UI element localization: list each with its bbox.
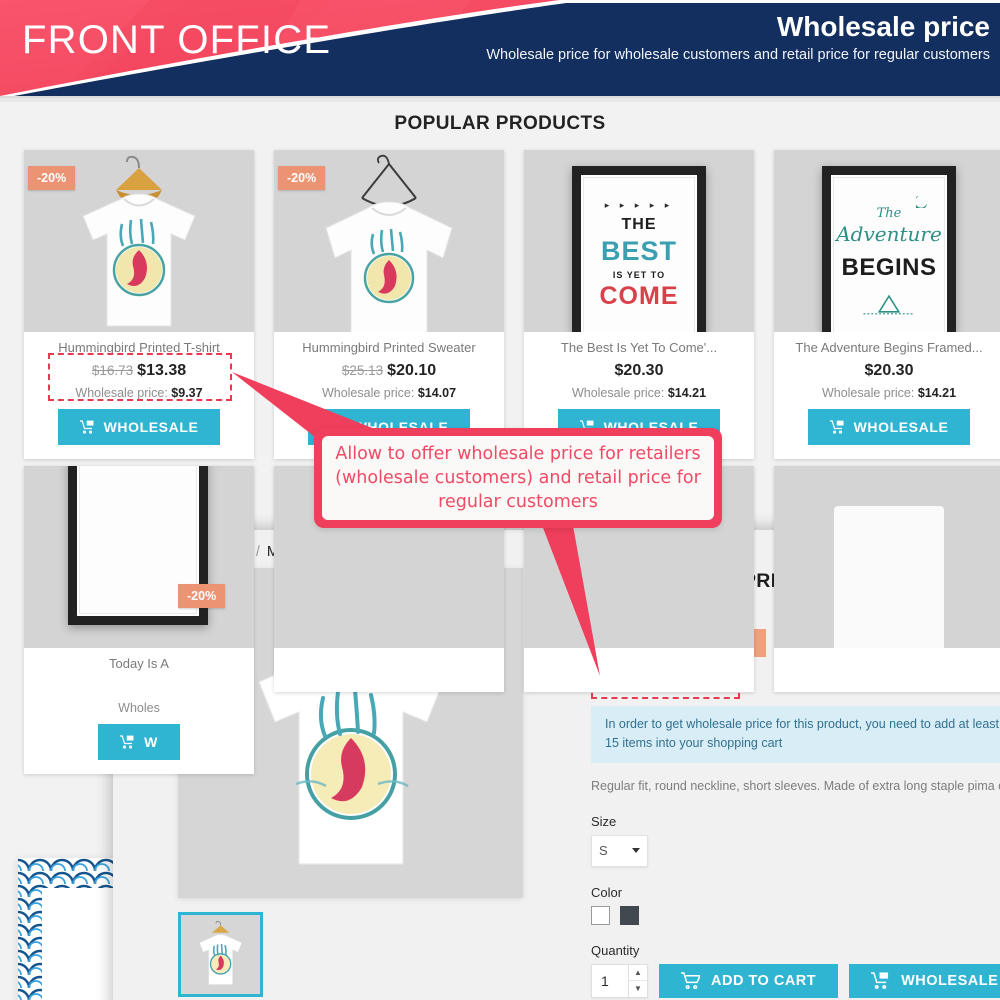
chevron-down-icon <box>632 848 640 853</box>
discount-badge-2: -20% <box>278 166 326 190</box>
wholesale-label-4: Wholesale price: <box>821 386 915 400</box>
poster-line-1: ▸ ▸ ▸ ▸ ▸ <box>604 200 674 210</box>
quantity-decrease-icon[interactable]: ▼ <box>629 981 647 997</box>
color-swatch-white[interactable] <box>591 905 610 925</box>
poster-line-5: COME <box>599 282 679 310</box>
wholesale-price-label: Wholes <box>118 701 160 715</box>
add-to-cart-button[interactable]: ADD TO CART <box>659 963 839 998</box>
wholesale-price-3: Wholesale price: $14.21 <box>530 386 748 400</box>
product-name-4: The Adventure Begins Framed... <box>795 340 983 355</box>
product-price-2: $25.13 $20.10 <box>280 362 498 380</box>
modal-wholesale-label: WHOLESALE <box>901 972 999 989</box>
banner-subtitle: Wholesale price for wholesale customers … <box>486 47 990 64</box>
product-info-row2-1: Today Is A Wholes W <box>24 648 254 774</box>
wholesale-value-2: $14.07 <box>417 386 457 400</box>
cart-icon <box>871 972 889 989</box>
cart-icon <box>120 735 134 749</box>
product-price-4: $20.30 <box>780 362 998 380</box>
modal-wholesale-button[interactable]: WHOLESALE <box>849 963 1000 998</box>
annotation-callout: Allow to offer wholesale price for retai… <box>314 428 722 528</box>
wholesale-button-4[interactable]: WHOLESALE <box>807 409 971 445</box>
tshirt-thumb-art <box>199 921 242 985</box>
product-card-4[interactable]: The Adventure BEGINS The Adventure Begin… <box>774 150 1000 459</box>
quantity-stepper[interactable]: 1 ▲ ▼ <box>591 963 648 998</box>
mountain-icon <box>863 294 915 315</box>
product-card-row2-1[interactable]: Today Is A Wholes W <box>24 466 254 774</box>
poster4-line-2: Adventure <box>836 222 942 246</box>
quantity-value: 1 <box>601 972 609 989</box>
poster-frame-3: ▸ ▸ ▸ ▸ ▸ THE BEST IS YET TO COME <box>572 166 706 332</box>
wholesale-button-label: W <box>144 734 158 750</box>
cart-icon <box>681 972 700 989</box>
poster-line-3: BEST <box>600 236 677 266</box>
wholesale-info-message: In order to get wholesale price for this… <box>591 706 1000 763</box>
product-image-4: The Adventure BEGINS <box>774 150 1000 332</box>
product-card-1[interactable]: -20% Hummingbird Printed T-shirt $16.73 $… <box>24 150 254 459</box>
product-image-2: -20% <box>274 150 504 332</box>
product-description: Regular fit, round neckline, short sleev… <box>591 778 1000 793</box>
product-info-4: The Adventure Begins Framed... $20.30 Wh… <box>774 332 1000 459</box>
poster-line-2: THE <box>621 216 657 233</box>
product-name-3: The Best Is Yet To Come'... <box>560 340 718 355</box>
discount-badge-modal: -20% <box>178 584 226 608</box>
wholesale-value-3: $14.21 <box>667 386 707 400</box>
old-price-2: $25.13 <box>341 363 384 378</box>
product-image-1: -20% <box>24 150 254 332</box>
front-office-label: FRONT OFFICE <box>22 18 332 62</box>
size-label: Size <box>591 813 617 829</box>
add-to-cart-label: ADD TO CART <box>711 972 817 989</box>
size-value: S <box>599 843 608 858</box>
discount-badge-1: -20% <box>28 166 76 190</box>
popular-products-heading: POPULAR PRODUCTS <box>394 113 606 134</box>
purchase-actions: 1 ▲ ▼ ADD TO CART WHOLESALE <box>591 963 1000 998</box>
banner-title: Wholesale price <box>776 11 990 42</box>
product-thumbnail-1[interactable] <box>178 912 263 997</box>
wholesale-price-2: Wholesale price: $14.07 <box>280 386 498 400</box>
color-swatch-grey[interactable] <box>620 905 639 925</box>
current-price-4: $20.30 <box>864 362 914 379</box>
current-price-3: $20.30 <box>614 362 664 379</box>
poster-line-4: IS YET TO <box>612 270 666 280</box>
wholesale-label-2: Wholesale price: <box>321 386 415 400</box>
poster-frame-4: The Adventure BEGINS <box>822 166 956 332</box>
color-swatches <box>591 905 1000 925</box>
banner-text-block: Wholesale price Wholesale price for whol… <box>430 10 990 66</box>
callout-text: Allow to offer wholesale price for retai… <box>335 443 701 513</box>
wholesale-button-label-4: WHOLESALE <box>853 419 949 435</box>
product-name-2: Hummingbird Printed Sweater <box>302 340 476 355</box>
product-card-row2-4[interactable] <box>774 466 1000 692</box>
banner-shadow <box>0 96 1000 103</box>
wholesale-button-1[interactable]: WHOLESALE <box>57 409 221 445</box>
current-price-2: $20.10 <box>387 362 437 379</box>
wholesale-value-4: $14.21 <box>917 386 957 400</box>
product-price-3: $20.30 <box>530 362 748 380</box>
wholesale-button-label-1: WHOLESALE <box>103 419 199 435</box>
wholesale-label-3: Wholesale price: <box>571 386 665 400</box>
cart-icon <box>79 420 94 434</box>
size-select[interactable]: S <box>591 834 648 867</box>
product-name: Today Is A <box>109 656 169 671</box>
poster4-line-1: The <box>876 206 902 221</box>
cart-icon <box>829 420 844 434</box>
wholesale-price-4: Wholesale price: $14.21 <box>780 386 998 400</box>
product-card-2[interactable]: -20% Hummingbird Printed Sweater $25.13 $… <box>274 150 504 459</box>
wholesale-button-row2-1[interactable]: W <box>98 724 180 760</box>
quantity-increase-icon[interactable]: ▲ <box>629 965 647 981</box>
page-root: FRONT OFFICE Wholesale price Wholesale p… <box>0 0 1000 1000</box>
product-image-row2-4 <box>774 466 1000 648</box>
color-label: Color <box>591 884 623 900</box>
quantity-label: Quantity <box>591 942 640 958</box>
product-card-3[interactable]: ▸ ▸ ▸ ▸ ▸ THE BEST IS YET TO COME The Be… <box>524 150 754 459</box>
poster4-line-3: BEGINS <box>841 254 937 281</box>
product-image-row2-1 <box>24 466 254 648</box>
price-highlight-box <box>48 353 232 401</box>
product-image-3: ▸ ▸ ▸ ▸ ▸ THE BEST IS YET TO COME <box>524 150 754 332</box>
moon-icon <box>916 196 927 208</box>
product-art <box>834 506 944 648</box>
page-banner: FRONT OFFICE Wholesale price Wholesale p… <box>0 0 1000 100</box>
